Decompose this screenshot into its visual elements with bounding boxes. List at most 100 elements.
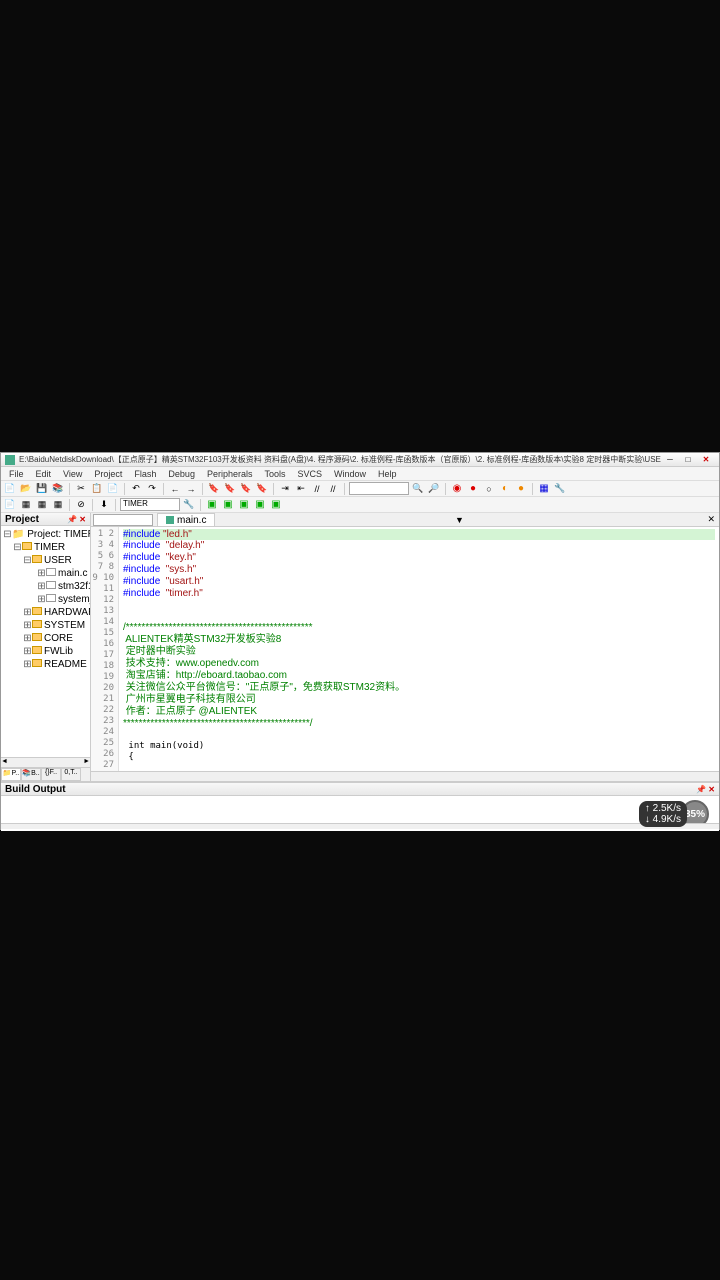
- manage3-icon[interactable]: ▣: [237, 498, 251, 512]
- saveall-icon[interactable]: 📚: [51, 482, 65, 496]
- maximize-button[interactable]: □: [679, 455, 697, 465]
- tree-group-system[interactable]: ⊞SYSTEM: [3, 619, 88, 632]
- open-icon[interactable]: 📂: [19, 482, 33, 496]
- build-icon[interactable]: ▦: [19, 498, 33, 512]
- tree-file[interactable]: ⊞stm32f10x_i: [3, 580, 88, 593]
- sep: [344, 483, 345, 495]
- manage2-icon[interactable]: ▣: [221, 498, 235, 512]
- side-tabs: 📁P.. 📚B.. {}F.. 0,T..: [1, 767, 90, 781]
- tree-file[interactable]: ⊞main.c: [3, 567, 88, 580]
- sep: [124, 483, 125, 495]
- bp2-icon[interactable]: ○: [482, 482, 496, 496]
- editor-tab-main[interactable]: main.c: [157, 513, 215, 526]
- bookmark3-icon[interactable]: 🔖: [239, 482, 253, 496]
- translate-icon[interactable]: 📄: [3, 498, 17, 512]
- window-icon[interactable]: ▦: [537, 482, 551, 496]
- pin-icon[interactable]: 📌: [67, 515, 77, 524]
- menu-window[interactable]: Window: [328, 469, 372, 479]
- manage-icon[interactable]: ▣: [205, 498, 219, 512]
- rebuild-icon[interactable]: ▦: [35, 498, 49, 512]
- indent-icon[interactable]: ⇥: [278, 482, 292, 496]
- close-button[interactable]: ✕: [697, 455, 715, 465]
- sep: [445, 483, 446, 495]
- bp-icon[interactable]: ●: [466, 482, 480, 496]
- sep: [163, 483, 164, 495]
- new-icon[interactable]: 📄: [3, 482, 17, 496]
- code-view[interactable]: 1 2 3 4 5 6 7 8 9 10 11 12 13 14 15 16 1…: [91, 527, 719, 771]
- redo-icon[interactable]: ↷: [145, 482, 159, 496]
- tab-books-icon[interactable]: 📚B..: [21, 768, 41, 781]
- bp3-icon[interactable]: ◐: [498, 482, 512, 496]
- editor-tabs: main.c ▼ ✕: [91, 513, 719, 527]
- sep: [532, 483, 533, 495]
- tab-project-icon[interactable]: 📁P..: [1, 768, 21, 781]
- copy-icon[interactable]: 📋: [90, 482, 104, 496]
- undo-icon[interactable]: ↶: [129, 482, 143, 496]
- func-combo[interactable]: [93, 514, 153, 526]
- bp4-icon[interactable]: ●: [514, 482, 528, 496]
- menu-svcs[interactable]: SVCS: [292, 469, 329, 479]
- menu-file[interactable]: File: [3, 469, 30, 479]
- batch-icon[interactable]: ▦: [51, 498, 65, 512]
- find2-icon[interactable]: 🔎: [427, 482, 441, 496]
- menu-view[interactable]: View: [57, 469, 88, 479]
- tree-target[interactable]: ⊟TIMER: [3, 541, 88, 554]
- tab-func-icon[interactable]: {}F..: [41, 768, 61, 781]
- save-icon[interactable]: 💾: [35, 482, 49, 496]
- app-icon: [5, 455, 15, 465]
- tab-dropdown-icon[interactable]: ▼: [455, 515, 464, 525]
- tree-group-user[interactable]: ⊟USER: [3, 554, 88, 567]
- panel-close-icon[interactable]: ✕: [708, 785, 715, 794]
- bookmark4-icon[interactable]: 🔖: [255, 482, 269, 496]
- tree-hscroll[interactable]: ◄►: [1, 757, 90, 767]
- outdent-icon[interactable]: ⇤: [294, 482, 308, 496]
- uncomment-icon[interactable]: //: [326, 482, 340, 496]
- config-icon[interactable]: 🔧: [553, 482, 567, 496]
- tree-root[interactable]: ⊟📁 Project: TIMER: [3, 528, 88, 541]
- menu-peripherals[interactable]: Peripherals: [201, 469, 259, 479]
- menu-edit[interactable]: Edit: [30, 469, 58, 479]
- bookmark2-icon[interactable]: 🔖: [223, 482, 237, 496]
- code-text[interactable]: #include "led.h"#include "delay.h" #incl…: [119, 527, 719, 771]
- manage4-icon[interactable]: ▣: [253, 498, 267, 512]
- pin-icon[interactable]: 📌: [696, 785, 706, 794]
- find-icon[interactable]: 🔍: [411, 482, 425, 496]
- minimize-button[interactable]: ─: [661, 455, 679, 465]
- menu-flash[interactable]: Flash: [128, 469, 162, 479]
- tab-temp-icon[interactable]: 0,T..: [61, 768, 81, 781]
- sep: [69, 499, 70, 511]
- paste-icon[interactable]: 📄: [106, 482, 120, 496]
- back-icon[interactable]: ←: [168, 482, 182, 496]
- tab-close-icon[interactable]: ✕: [707, 514, 715, 525]
- options-icon[interactable]: 🔧: [182, 498, 196, 512]
- panel-close-icon[interactable]: ✕: [79, 515, 86, 524]
- stop-icon[interactable]: ⊘: [74, 498, 88, 512]
- target-select[interactable]: TIMER: [120, 498, 180, 511]
- file-icon: [166, 516, 174, 524]
- line-gutter: 1 2 3 4 5 6 7 8 9 10 11 12 13 14 15 16 1…: [91, 527, 119, 771]
- tree-group-readme[interactable]: ⊞README: [3, 658, 88, 671]
- tree-group-hardware[interactable]: ⊞HARDWARE: [3, 606, 88, 619]
- project-tree[interactable]: ⊟📁 Project: TIMER ⊟TIMER ⊟USER ⊞main.c ⊞…: [1, 526, 90, 757]
- debug-icon[interactable]: ◉: [450, 482, 464, 496]
- manage5-icon[interactable]: ▣: [269, 498, 283, 512]
- find-combo[interactable]: [349, 482, 409, 495]
- toolbar-main: 📄 📂 💾 📚 ✂ 📋 📄 ↶ ↷ ← → 🔖 🔖 🔖 🔖 ⇥ ⇤ // // …: [1, 481, 719, 497]
- sep: [200, 499, 201, 511]
- statusbar: [1, 823, 719, 829]
- fwd-icon[interactable]: →: [184, 482, 198, 496]
- tree-group-core[interactable]: ⊞CORE: [3, 632, 88, 645]
- menu-tools[interactable]: Tools: [258, 469, 291, 479]
- sep: [115, 499, 116, 511]
- tree-file[interactable]: ⊞system_stm: [3, 593, 88, 606]
- menu-help[interactable]: Help: [372, 469, 403, 479]
- comment-icon[interactable]: //: [310, 482, 324, 496]
- cut-icon[interactable]: ✂: [74, 482, 88, 496]
- content-area: Project 📌 ✕ ⊟📁 Project: TIMER ⊟TIMER ⊟US…: [1, 513, 719, 781]
- menu-debug[interactable]: Debug: [162, 469, 201, 479]
- tree-group-fwlib[interactable]: ⊞FWLib: [3, 645, 88, 658]
- download-icon[interactable]: ⬇: [97, 498, 111, 512]
- bookmark-icon[interactable]: 🔖: [207, 482, 221, 496]
- menu-project[interactable]: Project: [88, 469, 128, 479]
- editor-hscroll[interactable]: [91, 771, 719, 781]
